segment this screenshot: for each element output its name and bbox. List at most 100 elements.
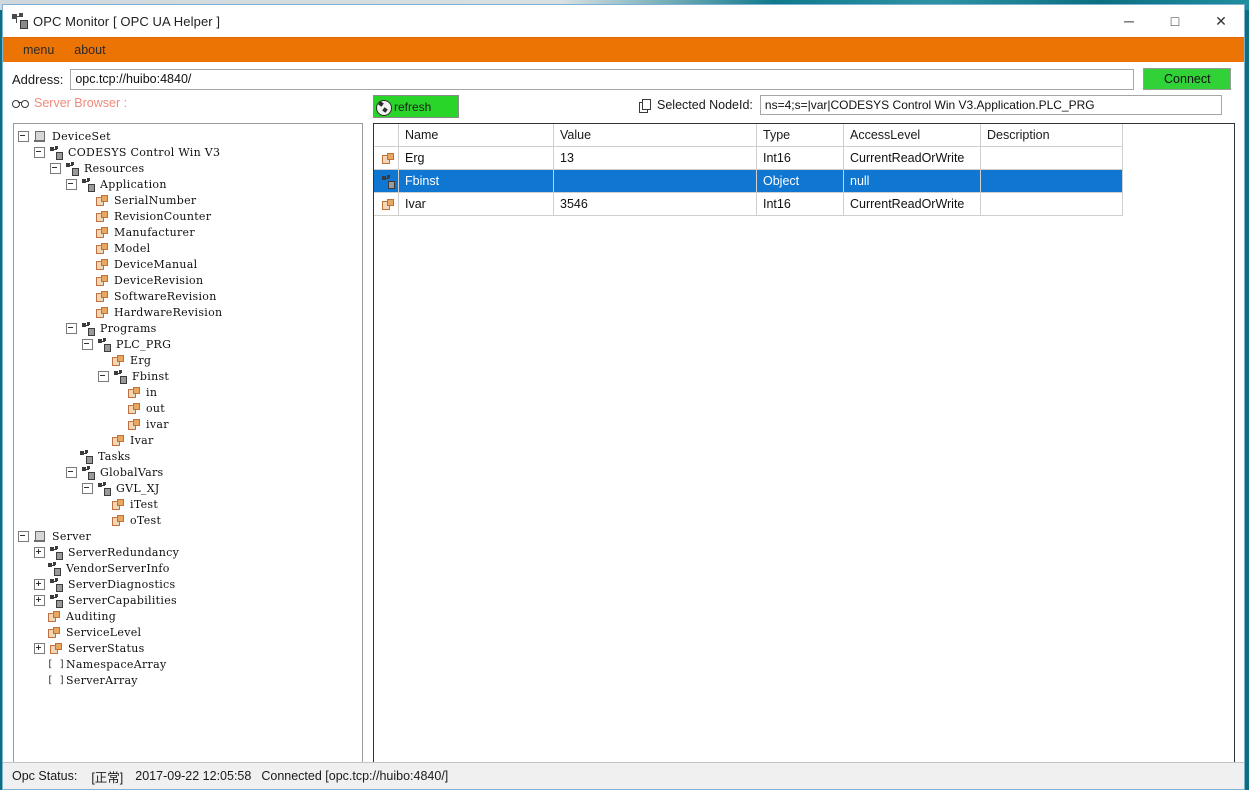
collapse-icon[interactable] [82, 338, 93, 350]
device-icon [33, 130, 46, 143]
close-button[interactable]: ✕ [1198, 5, 1244, 37]
address-label: Address: [12, 71, 64, 87]
tree-node[interactable]: GlobalVars [18, 464, 362, 480]
grid-column-header[interactable]: Description [980, 124, 1123, 147]
grid-cell[interactable]: Ivar [398, 192, 554, 216]
grid-column-header[interactable]: Name [398, 124, 554, 147]
grid-row-header[interactable] [374, 169, 399, 193]
menu-item-about[interactable]: about [64, 38, 115, 62]
connect-button[interactable]: Connect [1143, 68, 1232, 90]
tree-node[interactable]: iTest [18, 496, 362, 512]
tree-node[interactable]: GVL_XJ [18, 480, 362, 496]
expand-icon[interactable] [34, 546, 45, 558]
tree-node[interactable]: Auditing [18, 608, 362, 624]
grid-cell[interactable] [980, 169, 1123, 193]
minimize-button[interactable]: ─ [1106, 5, 1152, 37]
tree-node[interactable]: ServiceLevel [18, 624, 362, 640]
tree-node[interactable]: Ivar [18, 432, 362, 448]
collapse-icon[interactable] [82, 482, 93, 494]
collapse-icon[interactable] [34, 146, 45, 158]
status-bar: Opc Status: [正常] 2017-09-22 12:05:58 Con… [3, 762, 1244, 789]
table-row[interactable]: Fbinst Object null [374, 169, 1123, 193]
grid-cell[interactable]: Int16 [756, 192, 844, 216]
tree-node[interactable]: ivar [18, 416, 362, 432]
tree-expander-spacer [98, 356, 107, 365]
table-row[interactable]: Ivar 3546 Int16 CurrentReadOrWrite [374, 192, 1123, 216]
grid-header-row: Name Value Type AccessLevel Description [374, 124, 1123, 147]
grid-cell[interactable]: CurrentReadOrWrite [843, 146, 981, 170]
tree-node[interactable]: Manufacturer [18, 224, 362, 240]
tree-node-label: Resources [84, 161, 145, 175]
tree-node[interactable]: ServerDiagnostics [18, 576, 362, 592]
tree-node[interactable]: [ ] ServerArray [18, 672, 362, 688]
tree-node[interactable]: Server [18, 528, 362, 544]
expand-icon[interactable] [34, 642, 45, 654]
tree-node[interactable]: SoftwareRevision [18, 288, 362, 304]
menu-item-menu[interactable]: menu [13, 38, 64, 62]
selected-nodeid-input[interactable] [759, 95, 1222, 115]
collapse-icon[interactable] [50, 162, 61, 174]
collapse-icon[interactable] [66, 178, 77, 190]
server-browser-tree-panel[interactable]: DeviceSet CODESYS Control Win V3 Resources… [13, 123, 363, 766]
refresh-button[interactable]: refresh [373, 95, 459, 118]
device-icon [33, 530, 46, 543]
grid-cell[interactable] [553, 169, 757, 193]
grid-cell[interactable]: 13 [553, 146, 757, 170]
grid-row-header[interactable] [374, 192, 399, 216]
table-row[interactable]: Erg 13 Int16 CurrentReadOrWrite [374, 146, 1123, 170]
grid-cell[interactable] [980, 146, 1123, 170]
tree-node[interactable]: Erg [18, 352, 362, 368]
grid-cell[interactable]: Fbinst [398, 169, 554, 193]
grid-cell[interactable]: 3546 [553, 192, 757, 216]
tree-node[interactable]: HardwareRevision [18, 304, 362, 320]
tree-node[interactable]: RevisionCounter [18, 208, 362, 224]
tree-node[interactable]: ServerStatus [18, 640, 362, 656]
grid-cell[interactable]: Object [756, 169, 844, 193]
tree-node[interactable]: Model [18, 240, 362, 256]
expand-icon[interactable] [34, 594, 45, 606]
grid-column-header[interactable]: Type [756, 124, 844, 147]
collapse-icon[interactable] [66, 466, 77, 478]
tree-node[interactable]: CODESYS Control Win V3 [18, 144, 362, 160]
expand-icon[interactable] [34, 578, 45, 590]
grid-cell[interactable]: Erg [398, 146, 554, 170]
tree-node[interactable]: SerialNumber [18, 192, 362, 208]
tree-node[interactable]: ServerRedundancy [18, 544, 362, 560]
grid-column-header[interactable]: Value [553, 124, 757, 147]
grid-column-header[interactable]: AccessLevel [843, 124, 981, 147]
tree-node-label: Auditing [66, 609, 117, 623]
tree-node[interactable]: in [18, 384, 362, 400]
collapse-icon[interactable] [18, 530, 29, 542]
tree-node[interactable]: Tasks [18, 448, 362, 464]
collapse-icon[interactable] [66, 322, 77, 334]
address-input[interactable] [70, 68, 1135, 90]
tree-node[interactable]: Resources [18, 160, 362, 176]
variable-icon [95, 258, 108, 271]
tree-node[interactable]: DeviceSet [18, 128, 362, 144]
tree-node-label: Ivar [130, 433, 154, 447]
maximize-button[interactable]: □ [1152, 5, 1198, 37]
tree-node[interactable]: ServerCapabilities [18, 592, 362, 608]
object-node-icon [81, 321, 95, 336]
grid-cell[interactable]: null [843, 169, 981, 193]
collapse-icon[interactable] [18, 130, 29, 142]
selected-nodeid-group: Selected NodeId: [639, 95, 1222, 115]
status-timestamp: 2017-09-22 12:05:58 [135, 769, 252, 783]
grid-row-header[interactable] [374, 146, 399, 170]
tree-node[interactable]: oTest [18, 512, 362, 528]
grid-cell[interactable]: CurrentReadOrWrite [843, 192, 981, 216]
tree-node-label: SerialNumber [114, 193, 197, 207]
collapse-icon[interactable] [98, 370, 109, 382]
grid-cell[interactable] [980, 192, 1123, 216]
tree-node[interactable]: [ ] NamespaceArray [18, 656, 362, 672]
tree-node[interactable]: out [18, 400, 362, 416]
tree-node[interactable]: Fbinst [18, 368, 362, 384]
tree-node[interactable]: Application [18, 176, 362, 192]
tree-node[interactable]: PLC_PRG [18, 336, 362, 352]
grid-cell[interactable]: Int16 [756, 146, 844, 170]
tree-node[interactable]: VendorServerInfo [18, 560, 362, 576]
tree-node[interactable]: Programs [18, 320, 362, 336]
tree-node[interactable]: DeviceManual [18, 256, 362, 272]
tree-node[interactable]: DeviceRevision [18, 272, 362, 288]
node-attributes-panel[interactable]: Name Value Type AccessLevel Description Erg 1… [373, 123, 1235, 766]
